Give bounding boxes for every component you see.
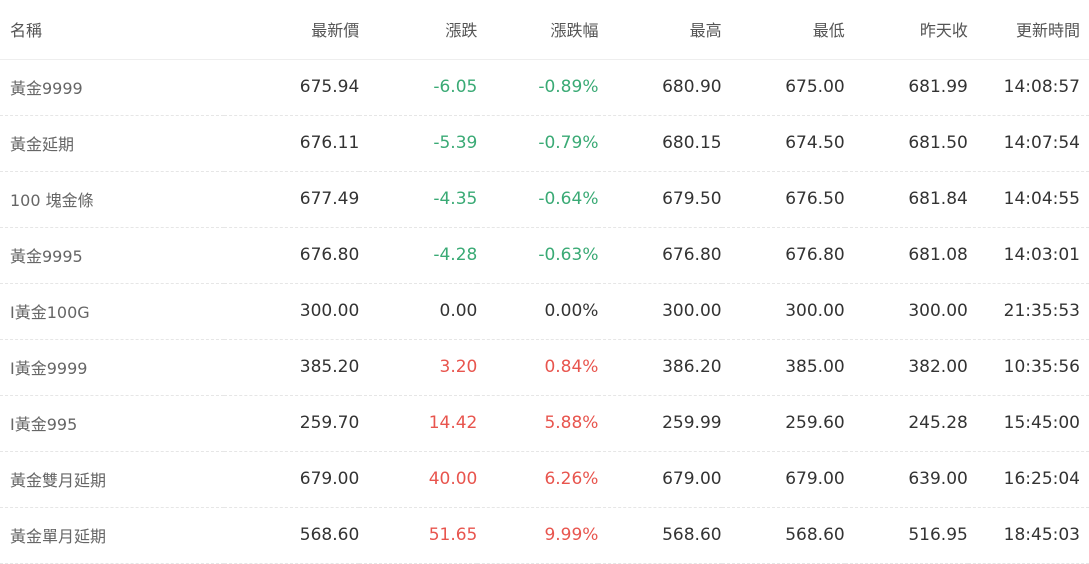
cell-update-time: 15:45:00 <box>1003 413 1080 433</box>
cell-name[interactable]: I黃金100G <box>0 283 224 339</box>
cell-low: 674.50 <box>785 133 845 153</box>
cell-change-percent: 0.84% <box>544 357 599 377</box>
cell-name[interactable]: 黃金延期 <box>0 115 224 171</box>
cell-last-price: 679.00 <box>299 469 360 489</box>
table-row[interactable]: 黃金9999 675.94 -6.05 -0.89% 680.90 675.00 681.9… <box>0 59 1089 115</box>
header-change-percent[interactable]: 漲跌幅 <box>477 0 598 59</box>
table-row[interactable]: I黃金9999 385.20 3.20 0.84% 386.20 385.00 382.00… <box>0 339 1089 395</box>
cell-high: 300.00 <box>662 301 722 321</box>
cell-low: 676.80 <box>785 245 845 265</box>
cell-update-time: 14:04:55 <box>1003 189 1080 209</box>
header-high[interactable]: 最高 <box>598 0 722 59</box>
cell-update-time: 14:07:54 <box>1003 133 1080 153</box>
cell-prev-close: 382.00 <box>908 357 968 377</box>
cell-low: 300.00 <box>785 301 845 321</box>
cell-last-price: 385.20 <box>299 357 360 377</box>
cell-last-price: 568.60 <box>299 525 360 545</box>
cell-name[interactable]: I黃金9999 <box>0 339 224 395</box>
cell-name[interactable]: 黃金9995 <box>0 227 224 283</box>
header-last-price[interactable]: 最新價 <box>224 0 359 59</box>
cell-update-time: 14:03:01 <box>1003 245 1080 265</box>
cell-high: 680.90 <box>662 77 722 97</box>
cell-name[interactable]: 黃金雙月延期 <box>0 451 224 507</box>
cell-update-time: 10:35:56 <box>1003 357 1080 377</box>
cell-change-percent: -0.64% <box>538 189 599 209</box>
cell-change-percent: 9.99% <box>544 525 599 545</box>
cell-high: 259.99 <box>662 413 722 433</box>
cell-name[interactable]: I黃金995 <box>0 395 224 451</box>
header-prev-close[interactable]: 昨天收 <box>845 0 968 59</box>
table-row[interactable]: 100 塊金條 677.49 -4.35 -0.64% 679.50 676.50 681.… <box>0 171 1089 227</box>
cell-last-price: 259.70 <box>299 413 360 433</box>
cell-change-percent: 5.88% <box>544 413 599 433</box>
table-row[interactable]: 黃金單月延期 568.60 51.65 9.99% 568.60 568.60 516.95… <box>0 507 1089 563</box>
cell-prev-close: 681.08 <box>908 245 968 265</box>
cell-update-time: 16:25:04 <box>1003 469 1080 489</box>
gold-quotes-table: 名稱 最新價 漲跌 漲跌幅 最高 最低 昨天收 更新時間 黃金9999 675.9… <box>0 0 1089 564</box>
header-name[interactable]: 名稱 <box>0 0 224 59</box>
cell-prev-close: 681.99 <box>908 77 968 97</box>
cell-change-percent: -0.89% <box>538 77 599 97</box>
cell-high: 676.80 <box>662 245 722 265</box>
cell-prev-close: 639.00 <box>908 469 968 489</box>
cell-update-time: 14:08:57 <box>1003 77 1080 97</box>
cell-last-price: 676.11 <box>299 133 360 153</box>
table-row[interactable]: 黃金9995 676.80 -4.28 -0.63% 676.80 676.80 681.0… <box>0 227 1089 283</box>
cell-name[interactable]: 黃金9999 <box>0 59 224 115</box>
cell-high: 568.60 <box>662 525 722 545</box>
cell-last-price: 300.00 <box>299 301 360 321</box>
cell-prev-close: 681.50 <box>908 133 968 153</box>
table-row[interactable]: 黃金雙月延期 679.00 40.00 6.26% 679.00 679.00 639.00… <box>0 451 1089 507</box>
cell-prev-close: 516.95 <box>908 525 968 545</box>
cell-update-time: 21:35:53 <box>1003 301 1080 321</box>
cell-low: 259.60 <box>785 413 845 433</box>
cell-last-price: 675.94 <box>299 77 360 97</box>
table-row[interactable]: I黃金100G 300.00 0.00 0.00% 300.00 300.00 300.00… <box>0 283 1089 339</box>
cell-change: 3.20 <box>439 357 478 377</box>
cell-low: 676.50 <box>785 189 845 209</box>
table-row[interactable]: 黃金延期 676.11 -5.39 -0.79% 680.15 674.50 681.50 1… <box>0 115 1089 171</box>
cell-name[interactable]: 100 塊金條 <box>0 171 224 227</box>
cell-high: 386.20 <box>662 357 722 377</box>
cell-prev-close: 300.00 <box>908 301 968 321</box>
cell-change: -5.39 <box>433 133 478 153</box>
cell-change: 0.00 <box>439 301 478 321</box>
header-row: 名稱 最新價 漲跌 漲跌幅 最高 最低 昨天收 更新時間 <box>0 0 1089 59</box>
cell-update-time: 18:45:03 <box>1003 525 1080 545</box>
cell-change-percent: 0.00% <box>544 301 599 321</box>
cell-change: -6.05 <box>433 77 478 97</box>
cell-change-percent: -0.63% <box>538 245 599 265</box>
cell-low: 385.00 <box>785 357 845 377</box>
cell-last-price: 677.49 <box>299 189 360 209</box>
header-update-time[interactable]: 更新時間 <box>968 0 1089 59</box>
cell-low: 679.00 <box>785 469 845 489</box>
cell-high: 680.15 <box>662 133 722 153</box>
table-header: 名稱 最新價 漲跌 漲跌幅 最高 最低 昨天收 更新時間 <box>0 0 1089 59</box>
cell-name[interactable]: 黃金單月延期 <box>0 507 224 563</box>
table-row[interactable]: I黃金995 259.70 14.42 5.88% 259.99 259.60 245.28… <box>0 395 1089 451</box>
cell-change: 51.65 <box>428 525 478 545</box>
cell-change-percent: 6.26% <box>544 469 599 489</box>
header-change[interactable]: 漲跌 <box>359 0 477 59</box>
table-body: 黃金9999 675.94 -6.05 -0.89% 680.90 675.00 681.9… <box>0 59 1089 563</box>
cell-low: 568.60 <box>785 525 845 545</box>
cell-prev-close: 681.84 <box>908 189 968 209</box>
cell-prev-close: 245.28 <box>908 413 968 433</box>
cell-high: 679.00 <box>662 469 722 489</box>
cell-change: -4.28 <box>433 245 478 265</box>
cell-change-percent: -0.79% <box>538 133 599 153</box>
cell-last-price: 676.80 <box>299 245 360 265</box>
cell-high: 679.50 <box>662 189 722 209</box>
cell-change: -4.35 <box>433 189 478 209</box>
header-low[interactable]: 最低 <box>722 0 845 59</box>
cell-low: 675.00 <box>785 77 845 97</box>
cell-change: 14.42 <box>428 413 478 433</box>
cell-change: 40.00 <box>428 469 478 489</box>
